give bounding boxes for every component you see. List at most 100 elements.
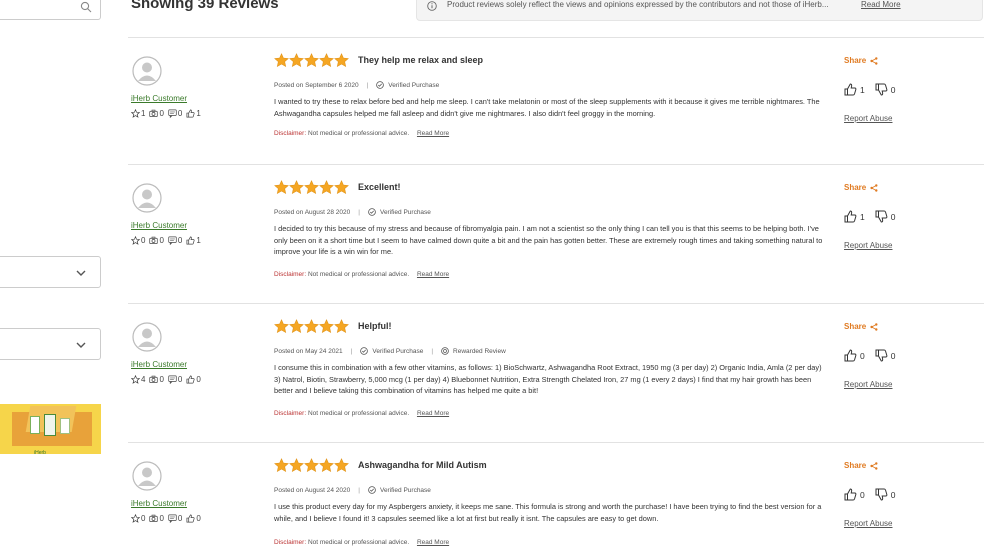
review-card: iHerb Customer 4 0 0 0 Helpful! Posted o…	[128, 304, 984, 443]
helpful-votes: 1 0	[844, 210, 895, 223]
share-button[interactable]: Share	[844, 56, 878, 65]
report-abuse-link[interactable]: Report Abuse	[844, 114, 892, 123]
author-photo-count: 0	[159, 375, 164, 384]
share-label: Share	[844, 56, 867, 65]
star-icon	[304, 458, 319, 473]
thumbs-up-button[interactable]	[844, 349, 857, 362]
comment-icon	[168, 109, 177, 118]
check-circle-icon	[368, 486, 376, 494]
share-label: Share	[844, 183, 867, 192]
star-icon	[289, 53, 304, 68]
meta-separator: |	[366, 81, 369, 89]
disclaimer-text: Not medical or professional advice.	[307, 410, 410, 417]
thumbs-down-button[interactable]	[875, 349, 888, 362]
author-name-link[interactable]: iHerb Customer	[131, 94, 187, 103]
not-helpful-count: 0	[890, 211, 896, 222]
thumbs-down-button[interactable]	[875, 488, 888, 501]
star-icon	[319, 180, 334, 195]
thumbs-down-button[interactable]	[875, 210, 888, 223]
review-body: I consume this in combination with a few…	[274, 363, 822, 395]
author-helpful-count: 0	[196, 375, 201, 384]
disclaimer-read-more-link[interactable]: Read More	[417, 130, 449, 137]
rating-stars	[274, 458, 349, 473]
disclaimer: Disclaimer: Not medical or professional …	[274, 130, 449, 137]
report-abuse-link[interactable]: Report Abuse	[844, 380, 892, 389]
share-icon	[870, 461, 878, 470]
camera-icon	[149, 514, 159, 523]
review-notice: Product reviews solely reflect the views…	[416, 0, 983, 21]
star-outline-icon	[131, 514, 140, 523]
filter-dropdown-2[interactable]	[0, 328, 101, 360]
disclaimer-read-more-link[interactable]: Read More	[417, 410, 449, 417]
star-outline-icon	[131, 109, 140, 118]
helpful-count: 0	[860, 489, 865, 500]
review-body: I use this product every day for my Aspb…	[274, 502, 822, 523]
thumbs-up-icon	[186, 514, 195, 523]
meta-separator: |	[358, 486, 360, 494]
chevron-down-icon	[76, 342, 86, 348]
posted-date: Posted on May 24 2021	[274, 347, 343, 355]
thumbs-up-button[interactable]	[844, 210, 857, 223]
author-stats: 0 0 0 1	[131, 236, 205, 245]
search-input[interactable]	[0, 0, 101, 20]
avatar	[132, 461, 162, 491]
disclaimer-read-more-link[interactable]: Read More	[417, 271, 449, 278]
star-icon	[334, 319, 349, 334]
review-card: iHerb Customer 1 0 0 1 They help me rela…	[128, 38, 984, 177]
author-comment-count: 0	[177, 236, 183, 245]
share-label: Share	[844, 322, 867, 331]
thumbs-up-icon	[186, 375, 195, 384]
notice-text: Product reviews solely reflect the views…	[447, 0, 829, 9]
author-name-link[interactable]: iHerb Customer	[131, 360, 187, 369]
report-abuse-link[interactable]: Report Abuse	[844, 519, 892, 528]
star-icon	[334, 180, 349, 195]
thumbs-up-button[interactable]	[844, 488, 857, 501]
author-name-link[interactable]: iHerb Customer	[131, 221, 187, 230]
share-label: Share	[844, 461, 867, 470]
share-icon	[870, 322, 878, 331]
comment-icon	[168, 514, 177, 523]
star-outline-icon	[131, 375, 140, 384]
disclaimer-read-more-link[interactable]: Read More	[417, 539, 449, 546]
verified-purchase-badge: Verified Purchase	[388, 81, 440, 89]
thumbs-down-button[interactable]	[875, 83, 888, 96]
thumbs-up-button[interactable]	[844, 83, 857, 96]
banner-product-graphic	[60, 418, 70, 434]
helpful-count: 1	[860, 211, 865, 222]
banner-product-graphic	[30, 416, 40, 434]
meta-separator: |	[431, 347, 434, 355]
avatar	[132, 322, 162, 352]
rating-stars	[274, 53, 349, 68]
camera-icon	[149, 236, 159, 245]
disclaimer-text: Not medical or professional advice.	[307, 271, 410, 278]
review-meta: Posted on August 24 2020 | Verified Purc…	[274, 486, 431, 494]
author-stats: 1 0 0 1	[131, 109, 205, 118]
posted-date: Posted on September 6 2020	[274, 81, 359, 89]
report-abuse-link[interactable]: Report Abuse	[844, 241, 892, 250]
chevron-down-icon	[76, 270, 86, 276]
star-icon	[289, 180, 304, 195]
avatar	[132, 56, 162, 86]
author-name-link[interactable]: iHerb Customer	[131, 499, 187, 508]
disclaimer: Disclaimer: Not medical or professional …	[274, 410, 449, 417]
share-button[interactable]: Share	[844, 322, 878, 331]
check-circle-icon	[360, 347, 369, 355]
share-icon	[870, 56, 878, 65]
banner-brand-label: iHerb	[34, 450, 46, 454]
promo-banner[interactable]: iHerb	[0, 404, 101, 454]
author-comment-count: 0	[177, 514, 183, 523]
filter-dropdown-1[interactable]	[0, 256, 101, 288]
share-button[interactable]: Share	[844, 461, 878, 470]
rating-stars	[274, 180, 349, 195]
notice-read-more-link[interactable]: Read More	[861, 0, 901, 9]
star-icon	[274, 319, 289, 334]
disclaimer-label: Disclaimer:	[274, 271, 307, 278]
search-icon[interactable]	[80, 1, 92, 13]
star-icon	[319, 53, 334, 68]
verified-purchase-badge: Verified Purchase	[372, 347, 424, 355]
not-helpful-count: 0	[890, 350, 896, 361]
share-button[interactable]: Share	[844, 183, 878, 192]
posted-date: Posted on August 24 2020	[274, 486, 351, 494]
avatar	[132, 183, 162, 213]
meta-separator: |	[358, 208, 360, 216]
